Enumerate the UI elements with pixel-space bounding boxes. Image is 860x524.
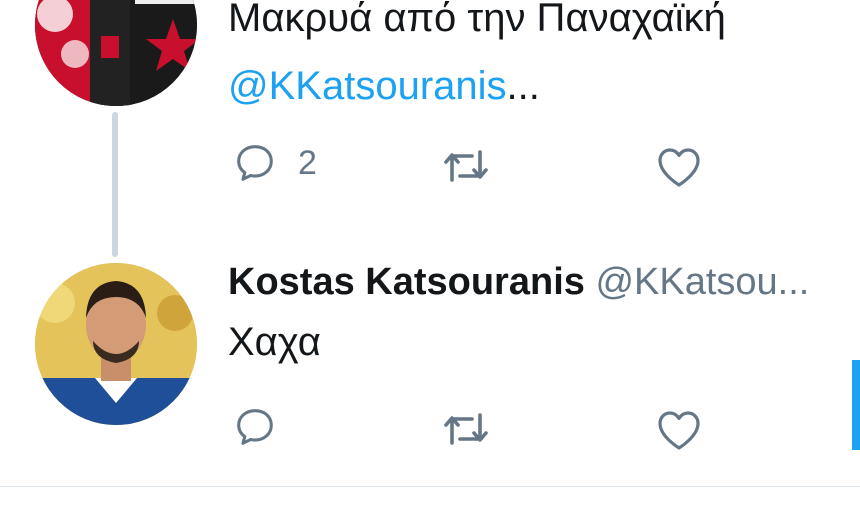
tweet-text: Χαχα [228, 320, 321, 364]
display-name[interactable]: Kostas Katsouranis [228, 261, 585, 303]
reply-button[interactable] [232, 404, 278, 450]
avatar[interactable] [35, 263, 197, 425]
ellipsis: ... [506, 64, 540, 108]
retweet-icon [444, 150, 488, 182]
avatar-image [35, 263, 197, 425]
user-handle[interactable]: @KKatsou... [595, 261, 809, 303]
retweet-icon [444, 413, 488, 445]
like-icon [658, 411, 700, 450]
mention-link[interactable]: @KKatsouranis [228, 64, 507, 108]
reply-icon [237, 145, 273, 181]
like-button[interactable] [655, 144, 703, 190]
avatar[interactable] [35, 0, 197, 106]
avatar-image [35, 0, 197, 106]
like-icon [658, 148, 700, 187]
reply-icon [237, 409, 273, 445]
reply-count: 2 [298, 143, 317, 182]
retweet-button[interactable] [440, 144, 492, 188]
like-button[interactable] [655, 407, 703, 453]
retweet-button[interactable] [440, 407, 492, 451]
tweet-text: Μακρυά από την Παναχαϊκή [228, 0, 726, 40]
divider [0, 486, 860, 487]
tweet-header: Kostas Katsouranis @KKatsou... [228, 258, 809, 306]
thread-line [112, 112, 118, 257]
compose-fab-edge[interactable] [852, 360, 860, 450]
reply-button[interactable]: 2 [232, 140, 317, 186]
tweet-text-continued: @KKatsouranis... [228, 62, 540, 110]
